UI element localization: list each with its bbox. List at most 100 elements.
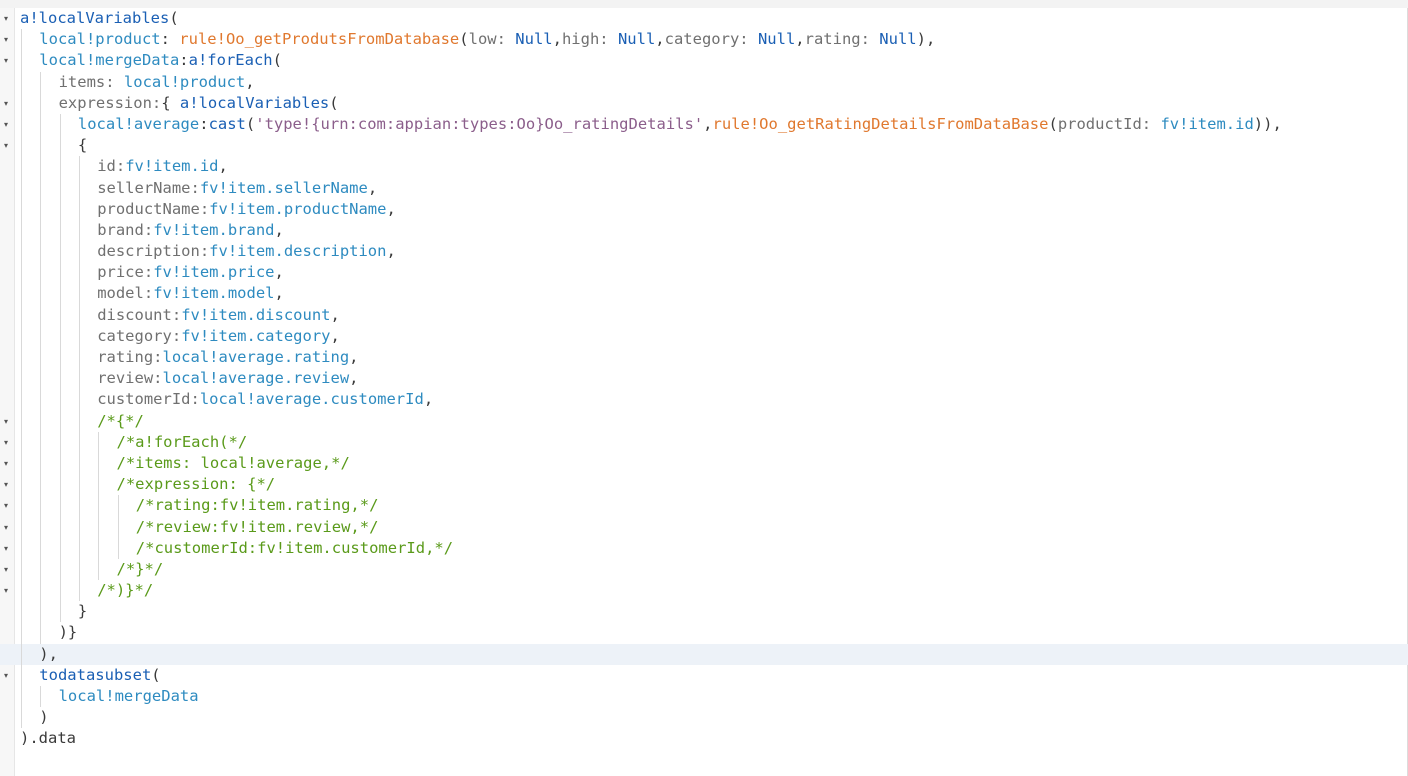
fold-toggle-icon[interactable]: ▾ bbox=[1, 411, 11, 432]
indent-guide bbox=[40, 495, 42, 517]
fold-toggle-icon[interactable]: ▾ bbox=[1, 114, 11, 135]
code-token: a!localVariables bbox=[20, 9, 170, 27]
code-line[interactable]: sellerName:fv!item.sellerName, bbox=[0, 177, 1408, 199]
code-line[interactable]: ▾ expression:{ a!localVariables( bbox=[0, 92, 1408, 114]
code-line[interactable]: ▾ /*rating:fv!item.rating,*/ bbox=[0, 495, 1408, 517]
code-line[interactable]: review:local!average.review, bbox=[0, 368, 1408, 390]
code-token: a!localVariables bbox=[179, 93, 330, 112]
fold-toggle-icon[interactable]: ▾ bbox=[1, 8, 11, 29]
code-line[interactable]: items: local!product, bbox=[0, 71, 1408, 93]
indent-guide bbox=[78, 283, 80, 305]
code-token: /*{*/ bbox=[97, 411, 144, 430]
indent-guide bbox=[21, 219, 22, 242]
code-token: low: bbox=[468, 30, 516, 49]
code-line[interactable]: productName:fv!item.productName, bbox=[0, 198, 1408, 220]
code-line[interactable]: ▾ /*}*/ bbox=[0, 558, 1408, 581]
code-line[interactable]: ▾ local!product: rule!Oo_getProdutsFromDa… bbox=[0, 29, 1408, 51]
code-line[interactable]: price:fv!item.price, bbox=[0, 262, 1408, 284]
fold-toggle-icon[interactable]: ▾ bbox=[1, 580, 11, 601]
code-token: local!average.customerId bbox=[199, 390, 424, 409]
code-line[interactable]: ▾{ bbox=[0, 135, 1408, 157]
code-line[interactable]: ▾ /*review:fv!item.review,*/ bbox=[0, 516, 1408, 538]
indent-guide bbox=[40, 558, 42, 581]
code-line[interactable]: ▾ /*expression: {*/ bbox=[0, 474, 1408, 496]
indent-guide bbox=[21, 304, 22, 326]
code-token: : bbox=[179, 51, 189, 70]
indent-guide bbox=[40, 241, 42, 263]
code-line[interactable]: ▾ a!localVariables( bbox=[0, 8, 1408, 29]
fold-toggle-icon[interactable]: ▾ bbox=[1, 665, 11, 686]
code-token: )} bbox=[58, 623, 78, 642]
code-line[interactable]: ).data bbox=[0, 728, 1408, 749]
fold-toggle-icon[interactable]: ▾ bbox=[1, 93, 11, 114]
code-text: /*a!forEach(*/ bbox=[117, 432, 248, 453]
code-line[interactable]: rating:local!average.rating, bbox=[0, 347, 1408, 369]
fold-toggle-icon[interactable]: ▾ bbox=[1, 495, 11, 516]
code-line[interactable]: customerId:local!average.customerId, bbox=[0, 389, 1408, 411]
fold-toggle-icon[interactable]: ▾ bbox=[1, 50, 11, 71]
code-token: fv!item.productName bbox=[209, 199, 387, 218]
code-token: /*customerId:fv!item.customerId,*/ bbox=[135, 538, 454, 557]
fold-toggle-icon[interactable]: ▾ bbox=[1, 517, 11, 538]
code-token: , bbox=[349, 348, 359, 366]
code-line[interactable]: brand:fv!item.brand, bbox=[0, 219, 1408, 242]
code-line[interactable]: id:fv!item.id, bbox=[0, 156, 1408, 178]
code-text: local!mergeData bbox=[59, 686, 199, 707]
code-line[interactable]: ) bbox=[0, 707, 1408, 729]
indent-guide bbox=[21, 325, 22, 347]
code-line[interactable]: category:fv!item.category, bbox=[0, 325, 1408, 347]
indent-guide bbox=[98, 516, 100, 538]
indent-guide bbox=[40, 92, 42, 114]
code-token: fv!item.price bbox=[153, 263, 275, 282]
code-line[interactable]: ▾ /*a!forEach(*/ bbox=[0, 431, 1408, 453]
code-text: ), bbox=[39, 644, 58, 665]
fold-toggle-icon[interactable]: ▾ bbox=[1, 559, 11, 580]
indent-guide bbox=[59, 410, 61, 432]
code-line[interactable]: ▾ local!mergeData:a!forEach( bbox=[0, 50, 1408, 72]
fold-toggle-icon[interactable]: ▾ bbox=[1, 474, 11, 495]
code-line[interactable]: ▾ todatasubset( bbox=[0, 664, 1408, 686]
code-line[interactable]: ▾ /*)}*/ bbox=[0, 580, 1408, 602]
code-line[interactable]: ▾ local!average:cast('type!{urn:com:appia… bbox=[0, 113, 1408, 136]
indent-guide bbox=[21, 410, 22, 432]
indent-guide bbox=[78, 219, 80, 242]
indent-guide bbox=[59, 113, 61, 136]
code-line[interactable]: discount:fv!item.discount, bbox=[0, 304, 1408, 326]
code-text: todatasubset( bbox=[39, 665, 160, 686]
code-line[interactable]: model:fv!item.model, bbox=[0, 283, 1408, 305]
code-token: { bbox=[161, 93, 180, 112]
code-line[interactable]: local!mergeData bbox=[0, 686, 1408, 708]
indent-guide bbox=[40, 113, 42, 136]
fold-toggle-icon[interactable]: ▾ bbox=[1, 432, 11, 453]
indent-guide bbox=[40, 325, 42, 347]
code-line[interactable]: ▾ /*customerId:fv!item.customerId,*/ bbox=[0, 537, 1408, 559]
indent-guide bbox=[78, 474, 80, 496]
indent-guide bbox=[59, 347, 61, 369]
code-token: , bbox=[655, 30, 665, 49]
code-token: fv!item.id bbox=[125, 157, 219, 176]
indent-guide bbox=[40, 304, 42, 326]
code-token: model: bbox=[97, 284, 154, 303]
code-line[interactable]: ), bbox=[0, 643, 1408, 665]
fold-toggle-icon[interactable]: ▾ bbox=[1, 135, 11, 156]
code-text: id:fv!item.id, bbox=[97, 156, 228, 177]
fold-toggle-icon[interactable]: ▾ bbox=[1, 538, 11, 559]
code-token: , bbox=[423, 390, 434, 409]
code-editor[interactable]: ▾ a!localVariables(▾ local!product: rule!O… bbox=[0, 0, 1408, 776]
indent-guide bbox=[59, 156, 61, 178]
code-line[interactable]: )} bbox=[0, 622, 1408, 644]
indent-guide bbox=[40, 389, 42, 411]
fold-toggle-icon[interactable]: ▾ bbox=[1, 29, 11, 50]
code-text: ).data bbox=[20, 728, 76, 749]
code-text: /*)}*/ bbox=[97, 580, 153, 601]
code-line[interactable]: ▾ /*{*/ bbox=[0, 410, 1408, 432]
indent-guide bbox=[59, 474, 61, 496]
code-text: local!mergeData:a!forEach( bbox=[39, 50, 282, 71]
code-line[interactable]: ▾ /*items: local!average,*/ bbox=[0, 452, 1408, 475]
code-token: cast bbox=[208, 114, 246, 133]
code-line[interactable]: description:fv!item.description, bbox=[0, 241, 1408, 263]
indent-guide bbox=[78, 452, 80, 475]
fold-toggle-icon[interactable]: ▾ bbox=[1, 453, 11, 474]
code-line[interactable]: } bbox=[0, 601, 1408, 623]
code-lines[interactable]: ▾ a!localVariables(▾ local!product: rule!O… bbox=[0, 8, 1408, 750]
